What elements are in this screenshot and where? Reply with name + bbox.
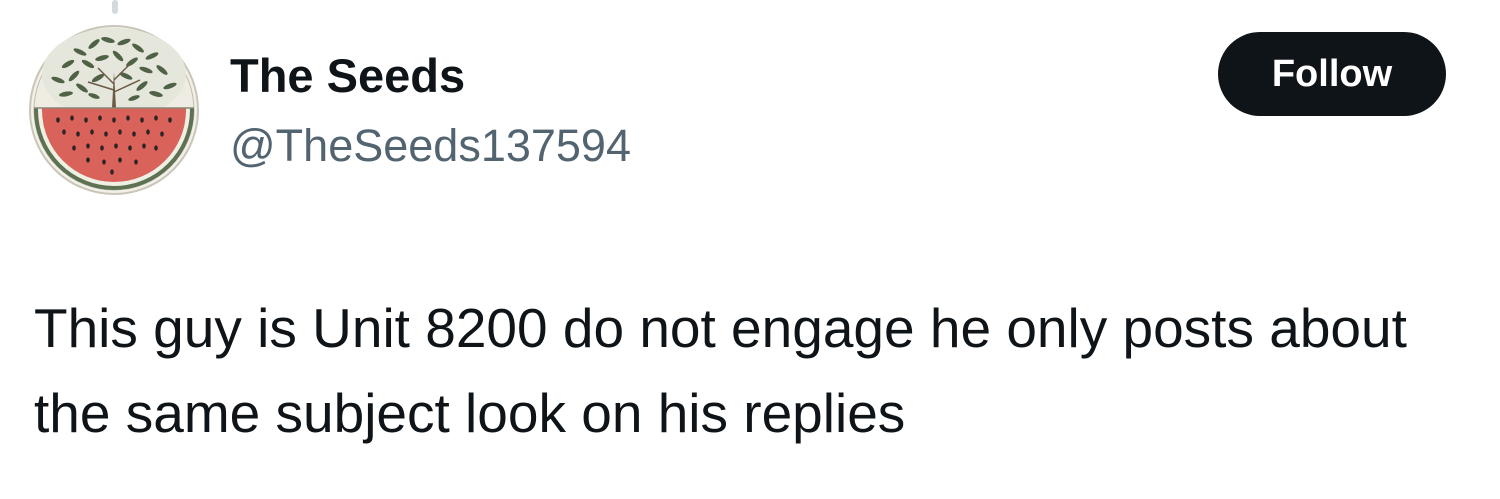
author-handle[interactable]: @TheSeeds137594	[230, 118, 631, 174]
avatar[interactable]	[28, 24, 200, 196]
follow-button[interactable]: Follow	[1218, 32, 1446, 116]
thread-connector-line	[112, 0, 118, 14]
tweet-text: This guy is Unit 8200 do not engage he o…	[34, 297, 1407, 444]
author-display-name[interactable]: The Seeds	[230, 48, 465, 104]
watermelon-olive-tree-icon	[29, 25, 199, 195]
